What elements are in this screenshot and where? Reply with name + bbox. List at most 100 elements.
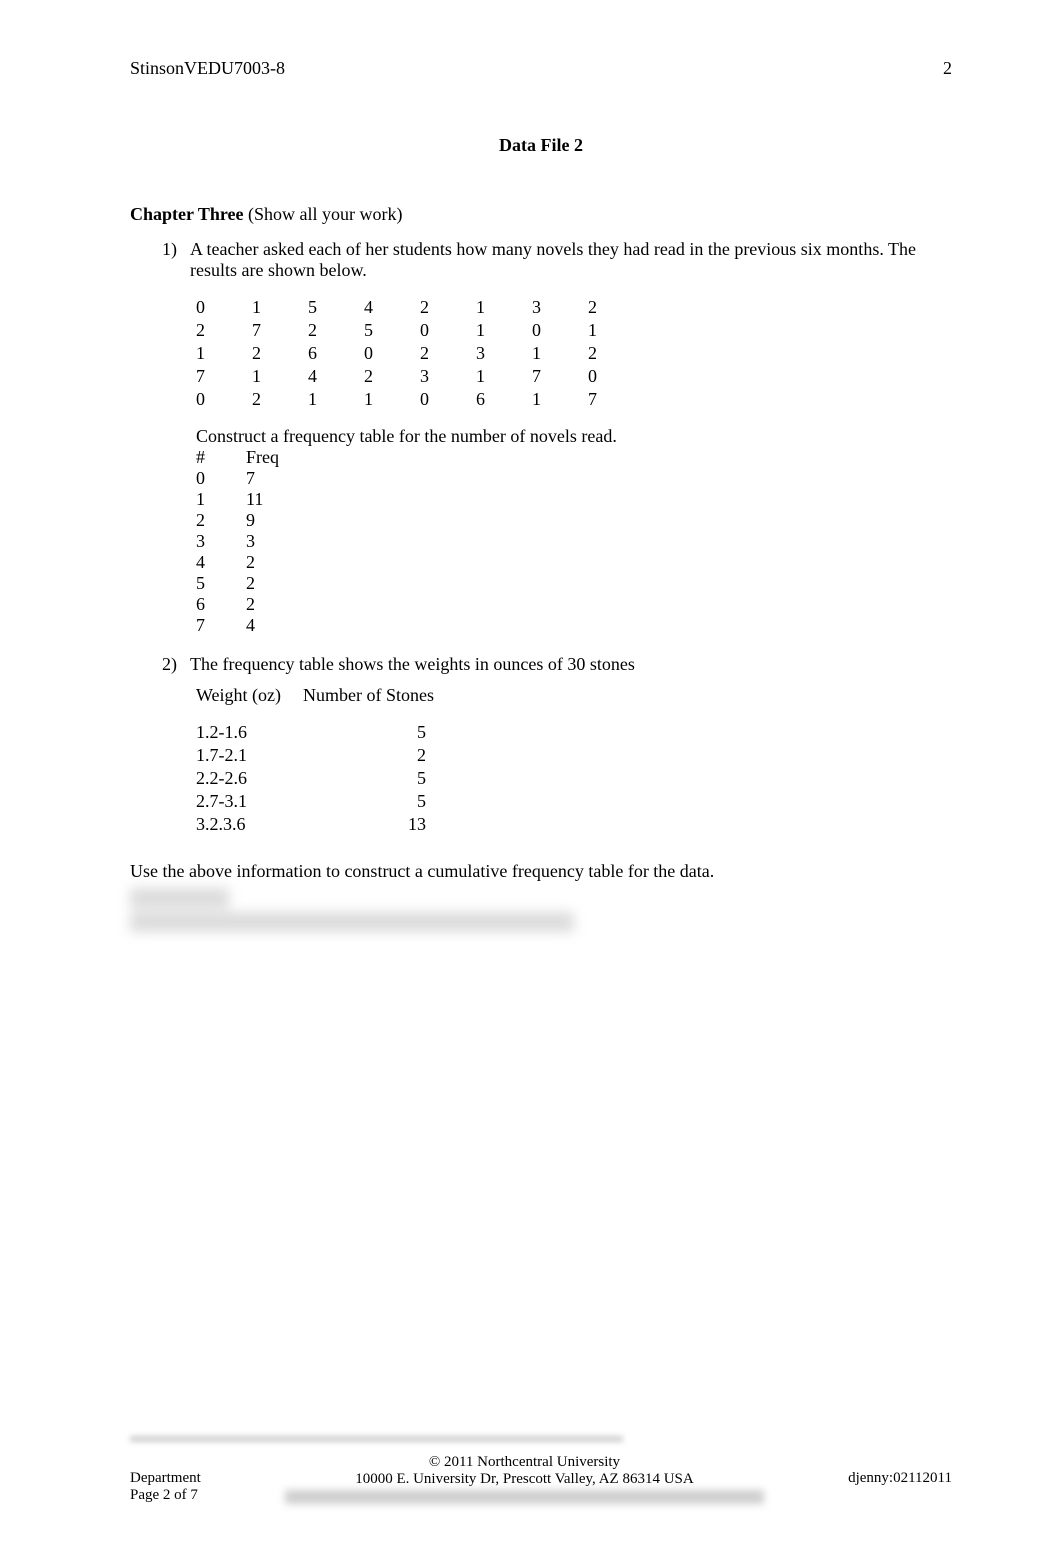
freq-cell: 2: [246, 552, 306, 573]
page-title: Data File 2: [130, 135, 952, 156]
grid-cell: 1: [252, 366, 300, 387]
grid-cell: 4: [308, 366, 356, 387]
stones-cell: 2.2-2.6: [196, 768, 346, 789]
grid-cell: 1: [476, 366, 524, 387]
stones-cell: 5: [346, 768, 426, 789]
page: StinsonVEDU7003-8 2 Data File 2 Chapter …: [0, 0, 1062, 1556]
grid-cell: 1: [532, 343, 580, 364]
freq-head-col: #: [196, 447, 246, 468]
stones-cell: 5: [346, 722, 426, 743]
freq-cell: 5: [196, 573, 246, 594]
grid-cell: 2: [252, 389, 300, 410]
chapter-heading-rest: (Show all your work): [244, 204, 403, 224]
grid-cell: 0: [420, 320, 468, 341]
freq-cell: 3: [246, 531, 306, 552]
grid-cell: 2: [308, 320, 356, 341]
freq-cell: 2: [246, 594, 306, 615]
grid-cell: 7: [252, 320, 300, 341]
grid-cell: 1: [588, 320, 636, 341]
stones-table: 1.2-1.6 5 1.7-2.1 2 2.2-2.6 5 2.7-3.1 5 …: [196, 722, 952, 835]
grid-cell: 3: [476, 343, 524, 364]
freq-cell: 2: [246, 573, 306, 594]
grid-cell: 2: [588, 343, 636, 364]
grid-cell: 0: [364, 343, 412, 364]
grid-cell: 1: [532, 389, 580, 410]
grid-cell: 1: [364, 389, 412, 410]
grid-cell: 0: [588, 366, 636, 387]
freq-cell: 3: [196, 531, 246, 552]
stones-cell: 2.7-3.1: [196, 791, 346, 812]
question-2-number: 2): [162, 654, 190, 675]
freq-cell: 6: [196, 594, 246, 615]
running-header-left: StinsonVEDU7003-8: [130, 58, 285, 79]
grid-cell: 1: [476, 297, 524, 318]
stones-cell: 13: [346, 814, 426, 835]
freq-cell: 4: [246, 615, 306, 636]
stones-cell: 1.2-1.6: [196, 722, 346, 743]
construct-line: Construct a frequency table for the numb…: [196, 426, 952, 447]
grid-cell: 2: [252, 343, 300, 364]
page-number: 2: [943, 58, 952, 79]
grid-cell: 5: [308, 297, 356, 318]
footer-right-1: djenny:02112011: [848, 1470, 952, 1487]
stones-head-left: Weight (oz): [196, 685, 281, 706]
grid-cell: 2: [364, 366, 412, 387]
freq-head-col: Freq: [246, 447, 306, 468]
grid-cell: 0: [420, 389, 468, 410]
grid-cell: 2: [588, 297, 636, 318]
grid-cell: 1: [252, 297, 300, 318]
question-2: 2) The frequency table shows the weights…: [162, 654, 952, 675]
grid-cell: 2: [420, 343, 468, 364]
grid-cell: 4: [364, 297, 412, 318]
grid-cell: 0: [196, 297, 244, 318]
grid-cell: 3: [532, 297, 580, 318]
chapter-heading-bold: Chapter Three: [130, 204, 244, 224]
freq-cell: 1: [196, 489, 246, 510]
stones-cell: 2: [346, 745, 426, 766]
grid-cell: 7: [196, 366, 244, 387]
stones-cell: 5: [346, 791, 426, 812]
obscured-content: [285, 1490, 764, 1504]
grid-cell: 1: [476, 320, 524, 341]
stones-table-header: Weight (oz) Number of Stones: [196, 685, 952, 706]
grid-cell: 1: [308, 389, 356, 410]
freq-cell: 4: [196, 552, 246, 573]
grid-cell: 0: [196, 389, 244, 410]
grid-cell: 6: [476, 389, 524, 410]
grid-cell: 0: [532, 320, 580, 341]
stones-cell: 3.2.3.6: [196, 814, 346, 835]
freq-cell: 2: [196, 510, 246, 531]
question-1-text: A teacher asked each of her students how…: [190, 239, 952, 281]
footer-left-1: Department: [130, 1470, 201, 1487]
running-header: StinsonVEDU7003-8 2: [130, 58, 952, 79]
footer-center-2: 10000 E. University Dr, Prescott Valley,…: [201, 1471, 848, 1488]
question-1: 1) A teacher asked each of her students …: [162, 239, 952, 281]
frequency-table: # Freq 0 7 1 11 2 9 3 3 4 2 5 2 6 2 7 4: [196, 447, 952, 636]
cumulative-line: Use the above information to construct a…: [130, 861, 952, 882]
novels-data-grid: 0 1 5 4 2 1 3 2 2 7 2 5 0 1 0 1 1 2 6 0 …: [196, 297, 952, 410]
freq-cell: 7: [196, 615, 246, 636]
chapter-heading: Chapter Three (Show all your work): [130, 204, 952, 225]
grid-cell: 2: [420, 297, 468, 318]
grid-cell: 1: [196, 343, 244, 364]
footer-left: Department Page 2 of 7: [130, 1470, 201, 1504]
footer-divider: [130, 1436, 623, 1442]
grid-cell: 7: [532, 366, 580, 387]
freq-cell: 9: [246, 510, 306, 531]
question-1-number: 1): [162, 239, 190, 260]
grid-cell: 7: [588, 389, 636, 410]
footer-center-1: © 2011 Northcentral University: [201, 1454, 848, 1471]
grid-cell: 6: [308, 343, 356, 364]
grid-cell: 5: [364, 320, 412, 341]
freq-cell: 0: [196, 468, 246, 489]
grid-cell: 2: [196, 320, 244, 341]
stones-head-right: Number of Stones: [303, 685, 434, 706]
stones-cell: 1.7-2.1: [196, 745, 346, 766]
grid-cell: 3: [420, 366, 468, 387]
page-footer: Department Page 2 of 7 © 2011 Northcentr…: [130, 1436, 952, 1504]
obscured-content: [130, 888, 952, 932]
footer-left-2: Page 2 of 7: [130, 1487, 201, 1504]
freq-cell: 7: [246, 468, 306, 489]
question-2-text: The frequency table shows the weights in…: [190, 654, 635, 675]
footer-right: djenny:02112011: [848, 1470, 952, 1504]
